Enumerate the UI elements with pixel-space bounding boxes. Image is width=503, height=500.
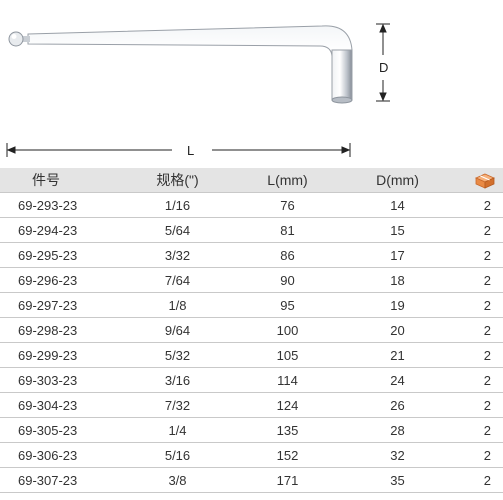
header-qty (455, 168, 503, 193)
cell-size: 3/16 (120, 367, 235, 393)
cell-size: 1/4 (120, 417, 235, 443)
cell-length: 171 (235, 467, 340, 493)
table-row: 69-297-23 1/8 95 19 2 (0, 292, 503, 318)
table-row: 69-306-23 5/16 152 32 2 (0, 442, 503, 468)
table-row: 69-305-23 1/4 135 28 2 (0, 417, 503, 443)
cell-size: 5/64 (120, 217, 235, 243)
cell-length: 124 (235, 392, 340, 418)
cell-part-no: 69-295-23 (0, 242, 120, 268)
cell-size: 7/32 (120, 392, 235, 418)
cell-part-no: 69-304-23 (0, 392, 120, 418)
cell-part-no: 69-307-23 (0, 467, 120, 493)
table-row: 69-307-23 3/8 171 35 2 (0, 467, 503, 493)
cell-qty: 2 (455, 467, 503, 493)
cell-size: 3/32 (120, 242, 235, 268)
cell-length: 95 (235, 292, 340, 318)
cell-length: 135 (235, 417, 340, 443)
cell-qty: 2 (455, 267, 503, 293)
table-row: 69-294-23 5/64 81 15 2 (0, 217, 503, 243)
box-icon (475, 173, 495, 189)
cell-size: 5/32 (120, 342, 235, 368)
cell-length: 114 (235, 367, 340, 393)
cell-length: 81 (235, 217, 340, 243)
cell-part-no: 69-299-23 (0, 342, 120, 368)
cell-qty: 2 (455, 417, 503, 443)
cell-qty: 2 (455, 192, 503, 218)
table-row: 69-303-23 3/16 114 24 2 (0, 367, 503, 393)
cell-part-no: 69-298-23 (0, 317, 120, 343)
cell-qty: 2 (455, 317, 503, 343)
ball-end (8, 31, 30, 47)
dimension-d-label: D (379, 60, 389, 75)
cell-depth: 18 (340, 267, 455, 293)
cell-length: 105 (235, 342, 340, 368)
cell-qty: 2 (455, 292, 503, 318)
table-header-row: 件号 规格(") L(mm) D(mm) (0, 168, 503, 193)
dimension-l-marker (6, 143, 351, 157)
cell-depth: 17 (340, 242, 455, 268)
cell-depth: 20 (340, 317, 455, 343)
cell-part-no: 69-293-23 (0, 192, 120, 218)
table-row: 69-295-23 3/32 86 17 2 (0, 242, 503, 268)
cell-part-no: 69-305-23 (0, 417, 120, 443)
cell-length: 90 (235, 267, 340, 293)
header-part-no: 件号 (0, 168, 120, 193)
cell-depth: 15 (340, 217, 455, 243)
cell-size: 1/8 (120, 292, 235, 318)
header-length: L(mm) (235, 168, 340, 193)
cell-depth: 28 (340, 417, 455, 443)
cell-depth: 14 (340, 192, 455, 218)
cell-length: 76 (235, 192, 340, 218)
spec-table: 件号 规格(") L(mm) D(mm) 69-293-23 1/16 76 14 2 6… (0, 168, 503, 493)
cell-qty: 2 (455, 392, 503, 418)
table-row: 69-296-23 7/64 90 18 2 (0, 267, 503, 293)
cell-part-no: 69-294-23 (0, 217, 120, 243)
cell-size: 3/8 (120, 467, 235, 493)
cell-depth: 26 (340, 392, 455, 418)
hex-key-short-arm (331, 49, 353, 101)
cell-part-no: 69-297-23 (0, 292, 120, 318)
cell-qty: 2 (455, 217, 503, 243)
cell-length: 152 (235, 442, 340, 468)
cell-depth: 35 (340, 467, 455, 493)
cell-qty: 2 (455, 342, 503, 368)
product-diagram: D L (0, 0, 503, 165)
cell-size: 5/16 (120, 442, 235, 468)
cell-depth: 32 (340, 442, 455, 468)
cell-depth: 19 (340, 292, 455, 318)
cell-part-no: 69-306-23 (0, 442, 120, 468)
cell-size: 1/16 (120, 192, 235, 218)
hex-key-drawing (6, 23, 390, 157)
hex-key-long-arm (27, 25, 353, 104)
cell-length: 100 (235, 317, 340, 343)
header-size: 规格(") (120, 168, 235, 193)
table-row: 69-298-23 9/64 100 20 2 (0, 317, 503, 343)
cell-depth: 24 (340, 367, 455, 393)
cell-part-no: 69-296-23 (0, 267, 120, 293)
cell-qty: 2 (455, 367, 503, 393)
cell-size: 9/64 (120, 317, 235, 343)
cell-part-no: 69-303-23 (0, 367, 120, 393)
cell-length: 86 (235, 242, 340, 268)
table-row: 69-293-23 1/16 76 14 2 (0, 192, 503, 218)
cell-size: 7/64 (120, 267, 235, 293)
dimension-l-label: L (187, 143, 195, 158)
header-depth: D(mm) (340, 168, 455, 193)
table-row: 69-299-23 5/32 105 21 2 (0, 342, 503, 368)
cell-qty: 2 (455, 242, 503, 268)
cell-qty: 2 (455, 442, 503, 468)
table-row: 69-304-23 7/32 124 26 2 (0, 392, 503, 418)
cell-depth: 21 (340, 342, 455, 368)
